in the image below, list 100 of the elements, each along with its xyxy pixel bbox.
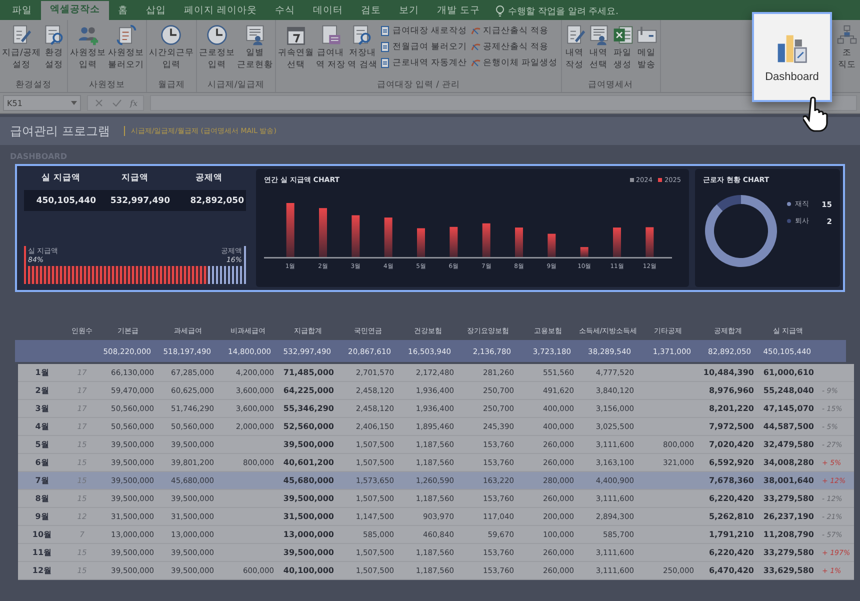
ribbon-tab[interactable]: 보기 <box>390 2 428 20</box>
document-icon <box>380 42 390 52</box>
chart-bar <box>548 234 556 257</box>
chart-bar <box>352 215 360 257</box>
formula-icon <box>470 26 481 36</box>
ribbon-button[interactable]: 은행이체 파일생성 <box>470 56 558 70</box>
table-cell-text: 8,201,220 <box>708 404 755 413</box>
group-label: 급여명세서 <box>587 79 634 92</box>
table-cell-text: 26,237,190 <box>762 512 815 521</box>
table-cell-text: 40,100,000 <box>282 566 335 575</box>
table-cell-text: 61,000,610 <box>762 368 815 377</box>
table-cell-text: 6월 <box>34 457 50 468</box>
ribbon-tab[interactable]: 개발 도구 <box>428 2 490 20</box>
summary-label: 공제액 <box>194 172 224 184</box>
chart-bar <box>450 226 458 257</box>
enter-icon[interactable] <box>112 98 122 108</box>
table-cell-text: 5,262,810 <box>708 512 755 521</box>
ribbon-tab[interactable]: 홈 <box>109 2 137 20</box>
dashboard-button[interactable]: Dashboard <box>752 12 832 102</box>
document-icon <box>380 26 390 36</box>
ribbon-button[interactable]: 근로내역 자동계산 <box>380 56 467 70</box>
table-cell-text: 7,020,420 <box>708 440 755 449</box>
ribbon-button[interactable]: 내역 선택 <box>586 22 611 79</box>
ribbon-button[interactable]: 공제산출식 적용 <box>470 40 558 54</box>
dropdown-caret-icon <box>71 101 77 105</box>
table-cell-text: 33,279,580 <box>762 548 815 557</box>
table-cell-text: 45,680,000 <box>282 476 335 485</box>
name-box[interactable]: K51 <box>3 95 81 111</box>
table-cell-text: 39,500,000 <box>282 494 335 503</box>
cancel-icon[interactable] <box>94 98 104 108</box>
formula-input[interactable] <box>150 95 857 111</box>
ribbon-button[interactable]: 사원정보 입력 <box>68 22 107 79</box>
group-label: 월급제 <box>156 79 186 92</box>
ribbon-button[interactable]: 급여대장 새로작성 <box>380 24 467 38</box>
group-label: 시급제/일급제 <box>206 79 266 92</box>
table-cell-text: 40,601,200 <box>282 458 335 467</box>
ribbon-button[interactable]: 저장내 역 검색 <box>346 22 378 79</box>
table-cell-text: 38,001,640 <box>762 476 815 485</box>
table-cell-text: 7월 <box>34 475 50 486</box>
ribbon-button[interactable]: 일별 근로현황 <box>236 22 274 79</box>
table-cell-text: 6,220,420 <box>708 548 755 557</box>
ribbon-button[interactable]: 급여내 역 저장 <box>314 22 347 79</box>
chart-bar <box>384 218 392 257</box>
table-cell-text: 8월 <box>34 493 50 504</box>
table-cell-text: 4월 <box>34 421 50 432</box>
table-cell-text: 33,629,580 <box>762 566 815 575</box>
ribbon-button[interactable]: 지급산출식 적용 <box>470 24 558 38</box>
group-label: 급여대장 입력 / 관리 <box>376 79 461 92</box>
document-search-icon <box>42 24 65 46</box>
clock-icon <box>206 24 228 46</box>
chart-bar <box>646 227 654 257</box>
table-cell-text: 12월 <box>31 565 53 576</box>
ribbon-button[interactable]: 시간외근무 입력 <box>148 22 195 79</box>
ribbon-button[interactable]: 지급/공제 설정 <box>1 22 42 79</box>
document-icon <box>380 58 390 68</box>
ribbon-tab[interactable]: 검토 <box>352 2 390 20</box>
table-cell-text: 9월 <box>34 511 50 522</box>
ribbon-button[interactable]: 전월급여 불러오기 <box>380 40 467 54</box>
table-cell-text: 7,972,500 <box>708 422 755 431</box>
ribbon-button[interactable]: 근로정보 입력 <box>198 22 236 79</box>
formula-icon <box>470 42 481 52</box>
ribbon-tab[interactable]: 파일 <box>3 2 41 20</box>
legend-dot <box>787 202 791 206</box>
ribbon-button[interactable]: 메일 발송 <box>634 22 659 79</box>
ribbon-tab[interactable]: 엑셀공작소 <box>41 1 109 20</box>
table-cell-text: 52,560,000 <box>282 422 335 431</box>
table-cell-text: 44,587,500 <box>762 422 815 431</box>
ribbon-tab[interactable]: 삽입 <box>137 2 175 20</box>
table-cell-text: 33,279,580 <box>762 494 815 503</box>
group-label: 환경설정 <box>14 79 52 92</box>
insert-function-button[interactable]: fx <box>130 98 138 108</box>
org-chart-icon <box>836 24 858 46</box>
spreadsheet-icon <box>612 24 634 46</box>
table-cell-text: 13,000,000 <box>282 530 335 539</box>
people-add-icon <box>76 24 99 46</box>
table-cell-text: 7,678,360 <box>708 476 755 485</box>
table-cell-text: 32,479,580 <box>762 440 815 449</box>
document-people-icon <box>588 24 610 46</box>
summary-value: 450,105,440 <box>35 196 97 206</box>
table-cell-text: 39,500,000 <box>282 548 335 557</box>
ribbon-tab[interactable]: 데이터 <box>304 2 352 20</box>
tell-me-search[interactable]: 수행할 작업을 알려 주세요. <box>495 2 619 20</box>
table-cell-text: 8,976,960 <box>708 386 755 395</box>
chart-bar <box>417 228 425 257</box>
ribbon-button[interactable]: 환경 설정 <box>42 22 66 79</box>
chart-bar <box>613 228 621 257</box>
summary-label: 실 지급액 <box>40 172 82 184</box>
ribbon-button[interactable]: 내역 작성 <box>562 22 587 79</box>
ribbon-button[interactable]: 사원정보 불러오기 <box>106 22 145 79</box>
summary-value: 532,997,490 <box>109 196 171 206</box>
ribbon-button[interactable]: 조 직도 <box>835 22 859 92</box>
summary-value: 82,892,050 <box>189 196 245 206</box>
ribbon-button[interactable]: 파일 생성 <box>610 22 635 79</box>
ribbon-tab[interactable]: 수식 <box>266 2 304 20</box>
chart-bar <box>286 203 294 257</box>
ribbon-button[interactable]: 귀속연월 선택 <box>276 22 315 79</box>
ribbon-tab[interactable]: 페이지 레이아웃 <box>175 2 266 20</box>
chart-bar <box>515 228 523 257</box>
chart-bar <box>580 247 588 257</box>
document-people-icon <box>244 24 266 46</box>
